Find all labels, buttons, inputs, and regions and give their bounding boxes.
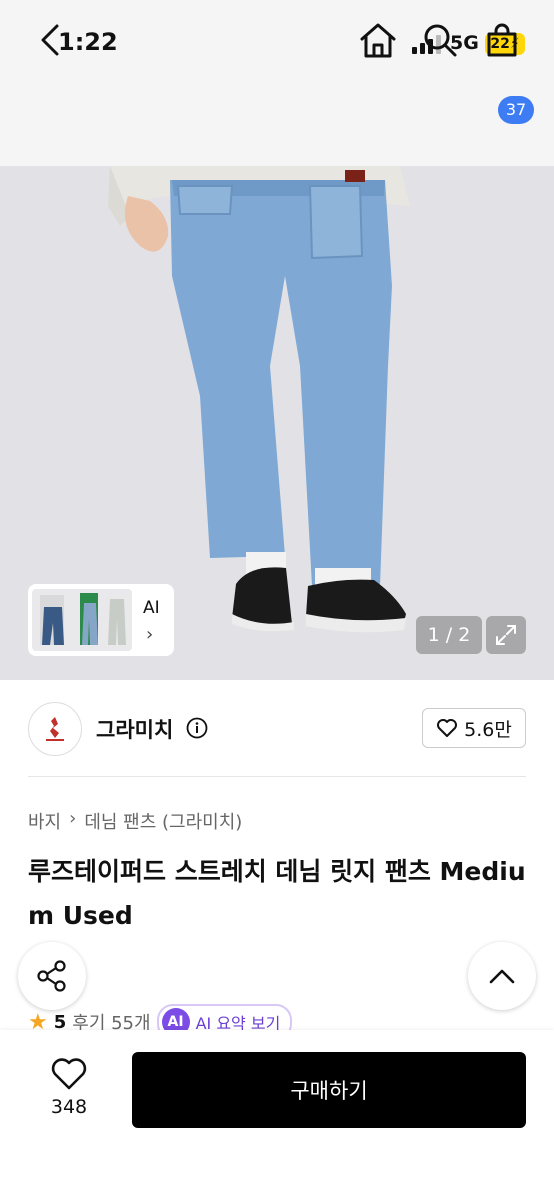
heart-icon[interactable] <box>50 1056 88 1092</box>
wish-count: 348 <box>50 1096 88 1118</box>
breadcrumb-item-denim[interactable]: 데님 팬츠 (그라미치) <box>84 808 242 834</box>
heart-icon <box>437 719 458 737</box>
home-button[interactable] <box>356 18 400 62</box>
chevron-up-icon <box>489 969 515 984</box>
scroll-to-top-button[interactable] <box>468 942 536 1010</box>
expand-image-button[interactable] <box>486 616 526 654</box>
brand-name[interactable]: 그라미치 <box>96 714 173 744</box>
chevron-left-icon <box>41 24 59 56</box>
chevron-right-icon: › <box>146 624 154 645</box>
expand-icon <box>496 625 516 645</box>
breadcrumb-item-pants[interactable]: 바지 <box>28 808 61 834</box>
brand-like-count: 5.6만 <box>464 718 512 741</box>
home-icon <box>360 23 396 58</box>
search-button[interactable] <box>418 18 462 62</box>
navigation-bar <box>0 80 554 166</box>
cart-button[interactable] <box>480 18 524 62</box>
cart-count-badge: 37 <box>498 96 534 124</box>
image-page-indicator: 1 / 2 <box>416 616 482 654</box>
chevron-right-icon: › <box>69 808 77 829</box>
brand-like-button[interactable]: 5.6만 <box>422 708 526 748</box>
breadcrumb: 바지 › 데님 팬츠 (그라미치) <box>28 808 242 834</box>
divider <box>28 776 526 777</box>
shopping-bag-icon <box>487 23 517 57</box>
ai-similar-items-card[interactable] <box>28 584 174 656</box>
search-icon <box>424 24 457 57</box>
back-button[interactable] <box>28 18 72 62</box>
share-icon <box>37 960 66 992</box>
brand-logo-mark <box>46 717 64 741</box>
similar-items-thumbnail <box>32 589 132 651</box>
info-icon[interactable] <box>186 717 208 739</box>
product-title: 루즈테이퍼드 스트레치 데님 릿지 팬츠 Medium Used <box>28 857 526 930</box>
status-bar: 1:22 5G 22⚡ <box>0 0 554 80</box>
buy-button[interactable]: 구매하기 <box>132 1052 526 1128</box>
ai-label: AI <box>143 598 160 618</box>
brand-logo[interactable] <box>28 702 82 756</box>
share-button[interactable] <box>18 942 86 1010</box>
